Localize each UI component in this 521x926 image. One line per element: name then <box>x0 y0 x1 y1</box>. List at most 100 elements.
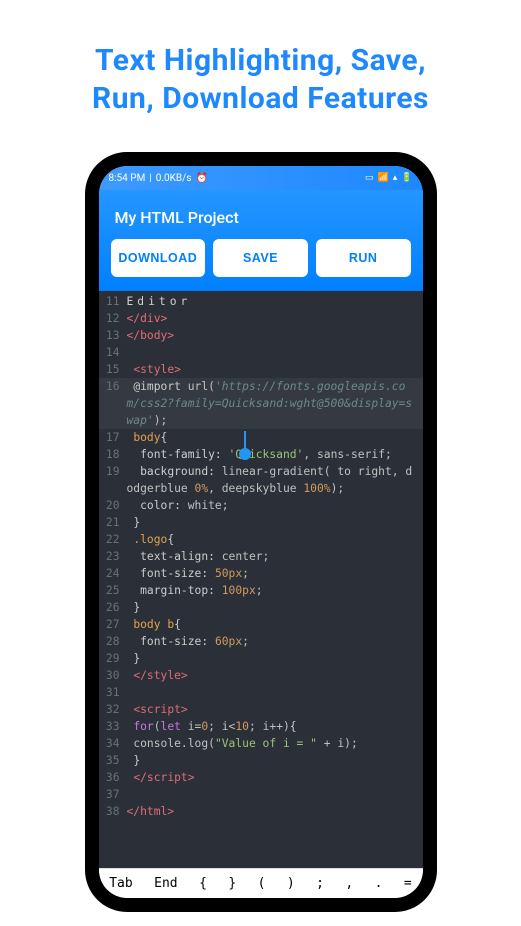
code-line[interactable]: 19 background: linear-gradient( to right… <box>99 463 423 497</box>
code-content[interactable]: margin-top: 100px; <box>127 582 423 599</box>
key-.[interactable]: . <box>371 876 387 891</box>
key-;[interactable]: ; <box>312 876 328 891</box>
line-number: 19 <box>99 463 127 497</box>
code-content[interactable] <box>127 786 423 803</box>
code-line[interactable]: 32 <script> <box>99 701 423 718</box>
code-line[interactable]: 15 <style> <box>99 361 423 378</box>
code-line[interactable]: 25 margin-top: 100px; <box>99 582 423 599</box>
alarm-icon: ⏰ <box>195 173 207 184</box>
keyboard-accessory-row: Tab End {} ();,. = <box>99 868 423 898</box>
line-number: 14 <box>99 344 127 361</box>
code-content[interactable]: } <box>127 752 423 769</box>
status-net: 0.0KB/s <box>156 173 192 184</box>
promo-heading: Text Highlighting, Save, Run, Download F… <box>0 0 521 117</box>
code-content[interactable] <box>127 344 423 361</box>
code-line[interactable]: 18 font-family: 'Quicksand', sans-serif; <box>99 446 423 463</box>
phone-side-button <box>423 334 427 374</box>
download-button[interactable]: DOWNLOAD <box>111 239 206 277</box>
code-line[interactable]: 16 @import url('https://fonts.googleapis… <box>99 378 423 429</box>
line-number: 34 <box>99 735 127 752</box>
code-line[interactable]: 36 </script> <box>99 769 423 786</box>
code-line[interactable]: 28 font-size: 60px; <box>99 633 423 650</box>
code-content[interactable]: </html> <box>127 803 423 820</box>
code-line[interactable]: 20 color: white; <box>99 497 423 514</box>
code-content[interactable]: </body> <box>127 327 423 344</box>
code-content[interactable]: @import url('https://fonts.googleapis.co… <box>127 378 423 429</box>
code-line[interactable]: 34 console.log("Value of i = " + i); <box>99 735 423 752</box>
battery-icon: 🔋 <box>401 173 412 183</box>
phone-screen: 8:54 PM | 0.0KB/s ⏰ ▭ 📶 ▴ 🔋 My HTML Proj… <box>99 166 423 898</box>
code-content[interactable]: </script> <box>127 769 423 786</box>
code-line[interactable]: 33 for(let i=0; i<10; i++){ <box>99 718 423 735</box>
code-content[interactable]: } <box>127 599 423 616</box>
line-number: 36 <box>99 769 127 786</box>
statusbar-left: 8:54 PM | 0.0KB/s ⏰ <box>109 173 208 184</box>
key-=[interactable]: = <box>400 876 416 891</box>
code-content[interactable]: </style> <box>127 667 423 684</box>
code-line[interactable]: 13</body> <box>99 327 423 344</box>
code-content[interactable]: } <box>127 514 423 531</box>
code-content[interactable]: body b{ <box>127 616 423 633</box>
promo-line1: Text Highlighting, Save, <box>20 42 501 80</box>
key-([interactable]: ( <box>254 876 270 891</box>
code-content[interactable]: <script> <box>127 701 423 718</box>
code-line[interactable]: 21 } <box>99 514 423 531</box>
code-content[interactable] <box>127 684 423 701</box>
code-line[interactable]: 29 } <box>99 650 423 667</box>
code-content[interactable]: .logo{ <box>127 531 423 548</box>
code-content[interactable]: font-size: 60px; <box>127 633 423 650</box>
app-header: My HTML Project DOWNLOAD SAVE RUN <box>99 190 423 291</box>
code-line[interactable]: 22 .logo{ <box>99 531 423 548</box>
code-content[interactable]: text-align: center; <box>127 548 423 565</box>
cursor-handle[interactable] <box>239 448 251 460</box>
code-content[interactable]: font-size: 50px; <box>127 565 423 582</box>
code-content[interactable]: </div> <box>127 310 423 327</box>
line-number: 32 <box>99 701 127 718</box>
signal-icon: 📶 <box>378 173 389 183</box>
code-line[interactable]: 24 font-size: 50px; <box>99 565 423 582</box>
key-)[interactable]: ) <box>283 876 299 891</box>
code-line[interactable]: 11Editor <box>99 293 423 310</box>
code-line[interactable]: 38</html> <box>99 803 423 820</box>
code-content[interactable]: for(let i=0; i<10; i++){ <box>127 718 423 735</box>
text-cursor <box>244 431 246 449</box>
code-line[interactable]: 27 body b{ <box>99 616 423 633</box>
code-editor[interactable]: 11Editor12</div>13</body>1415 <style>16 … <box>99 291 423 868</box>
code-line[interactable]: 31 <box>99 684 423 701</box>
key-,[interactable]: , <box>341 876 357 891</box>
line-number: 22 <box>99 531 127 548</box>
key-{[interactable]: { <box>195 876 211 891</box>
key-tab[interactable]: Tab <box>105 876 136 891</box>
line-number: 38 <box>99 803 127 820</box>
code-content[interactable]: background: linear-gradient( to right, d… <box>127 463 423 497</box>
code-line[interactable]: 35 } <box>99 752 423 769</box>
code-line[interactable]: 17 body{ <box>99 429 423 446</box>
code-line[interactable]: 14 <box>99 344 423 361</box>
line-number: 28 <box>99 633 127 650</box>
code-line[interactable]: 26 } <box>99 599 423 616</box>
line-number: 37 <box>99 786 127 803</box>
code-content[interactable]: color: white; <box>127 497 423 514</box>
code-content[interactable]: console.log("Value of i = " + i); <box>127 735 423 752</box>
key-end[interactable]: End <box>150 876 181 891</box>
line-number: 29 <box>99 650 127 667</box>
code-line[interactable]: 23 text-align: center; <box>99 548 423 565</box>
statusbar: 8:54 PM | 0.0KB/s ⏰ ▭ 📶 ▴ 🔋 <box>99 166 423 190</box>
volte-icon: ▭ <box>365 173 374 183</box>
line-number: 12 <box>99 310 127 327</box>
code-content[interactable]: font-family: 'Quicksand', sans-serif; <box>127 446 423 463</box>
code-line[interactable]: 30 </style> <box>99 667 423 684</box>
run-button[interactable]: RUN <box>316 239 411 277</box>
code-line[interactable]: 12</div> <box>99 310 423 327</box>
line-number: 15 <box>99 361 127 378</box>
key-}[interactable]: } <box>224 876 240 891</box>
code-content[interactable]: body{ <box>127 429 423 446</box>
line-number: 30 <box>99 667 127 684</box>
save-button[interactable]: SAVE <box>213 239 308 277</box>
code-content[interactable]: <style> <box>127 361 423 378</box>
line-number: 11 <box>99 293 127 310</box>
code-line[interactable]: 37 <box>99 786 423 803</box>
code-content[interactable]: } <box>127 650 423 667</box>
code-content[interactable]: Editor <box>127 293 423 310</box>
line-number: 25 <box>99 582 127 599</box>
